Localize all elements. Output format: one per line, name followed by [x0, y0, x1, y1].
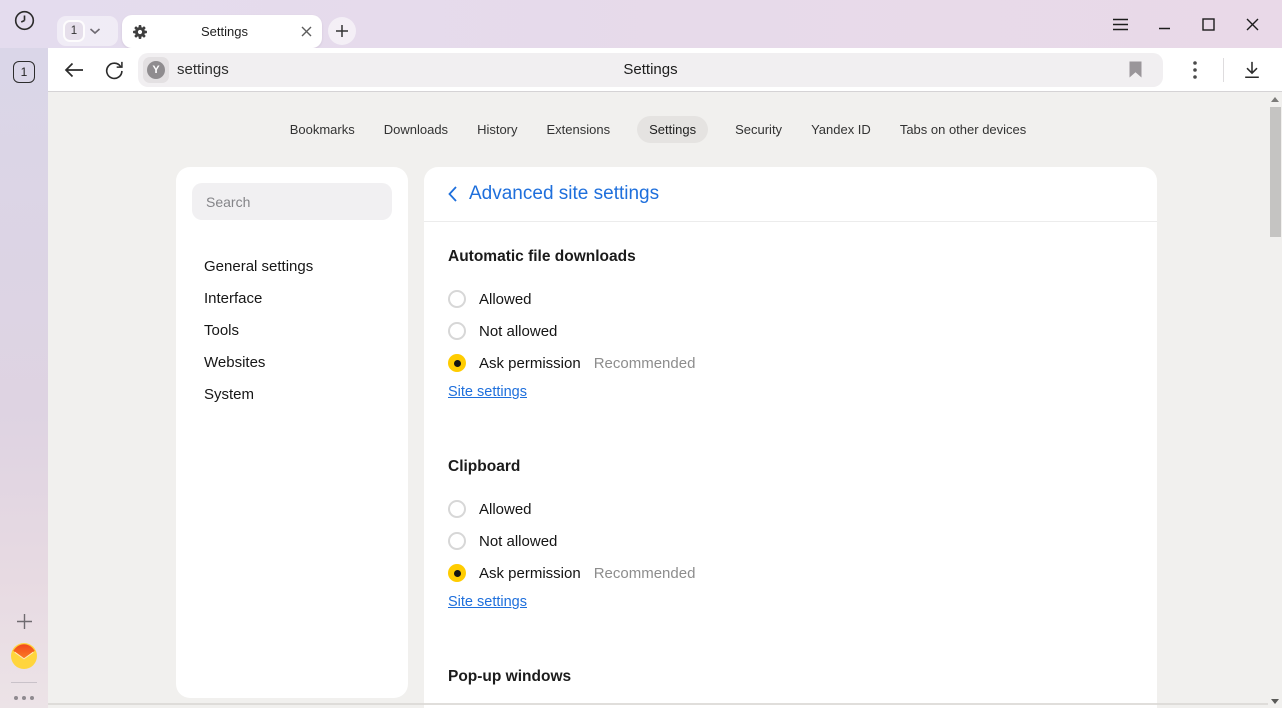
settings-sidebar-panel: General settings Interface Tools Website… — [176, 167, 408, 698]
browser-menu-button[interactable] — [1098, 4, 1142, 44]
recommended-badge: Recommended — [594, 355, 696, 372]
recommended-badge: Recommended — [594, 565, 696, 582]
radio-icon[interactable] — [448, 322, 466, 340]
bookmark-icon — [1128, 60, 1143, 79]
minimize-icon — [1158, 18, 1171, 31]
window-bottom-edge — [48, 703, 1268, 705]
nav-item-security[interactable]: Security — [733, 116, 784, 143]
maximize-icon — [1202, 18, 1215, 31]
history-button[interactable] — [13, 9, 36, 32]
extensions-menu-button[interactable] — [1175, 52, 1215, 88]
downloads-button[interactable] — [1232, 52, 1272, 88]
address-bar-actions — [1163, 52, 1282, 88]
tab-title: Settings — [148, 24, 301, 39]
address-bar: Y settings Settings — [48, 48, 1282, 91]
site-settings-link[interactable]: Site settings — [448, 594, 527, 610]
nav-item-history[interactable]: History — [475, 116, 519, 143]
chevron-down-icon — [89, 27, 101, 35]
clock-icon — [13, 9, 36, 32]
radio-icon[interactable] — [448, 532, 466, 550]
section-automatic-file-downloads: Automatic file downloads Allowed Not all… — [448, 248, 1133, 401]
site-settings-link[interactable]: Site settings — [448, 384, 527, 400]
window-close-icon — [1246, 18, 1259, 31]
download-icon — [1242, 60, 1262, 80]
tab-strip: 1 Settings — [0, 0, 1282, 48]
maximize-button[interactable] — [1186, 4, 1230, 44]
scroll-down-arrow-icon[interactable] — [1271, 699, 1279, 704]
nav-item-bookmarks[interactable]: Bookmarks — [288, 116, 357, 143]
section-title: Pop-up windows — [448, 668, 1133, 686]
section-title: Automatic file downloads — [448, 248, 1133, 266]
nav-item-yandex-id[interactable]: Yandex ID — [809, 116, 873, 143]
scroll-up-arrow-icon[interactable] — [1271, 97, 1279, 102]
menu-icon — [1112, 18, 1129, 31]
page-title[interactable]: Advanced site settings — [469, 183, 659, 205]
site-favicon-chip[interactable]: Y — [143, 57, 169, 83]
category-interface[interactable]: Interface — [204, 282, 408, 314]
category-tools[interactable]: Tools — [204, 314, 408, 346]
omnibox-page-title: Settings — [138, 61, 1163, 78]
radio-option[interactable]: Ask permission Recommended — [448, 347, 1133, 379]
minimize-button[interactable] — [1142, 4, 1186, 44]
ellipsis-icon[interactable] — [14, 696, 34, 700]
back-button[interactable] — [54, 52, 94, 88]
section-clipboard: Clipboard Allowed Not allowed Ask permis… — [448, 458, 1133, 611]
radio-icon[interactable] — [448, 354, 466, 372]
radio-option[interactable]: Ask permission Recommended — [448, 557, 1133, 589]
rail-divider — [11, 682, 37, 683]
browser-window: 1 Settings — [0, 0, 1282, 708]
radio-option[interactable]: Allowed — [448, 283, 1133, 315]
rail-tab-counter[interactable]: 1 — [13, 61, 35, 83]
close-window-button[interactable] — [1230, 4, 1274, 44]
tab-group-selector[interactable]: 1 — [57, 16, 118, 46]
browser-tab-settings[interactable]: Settings — [122, 15, 322, 48]
tab-close-icon[interactable] — [301, 26, 312, 37]
chevron-left-icon — [448, 186, 457, 202]
bookmark-button[interactable] — [1123, 58, 1147, 82]
new-tab-button[interactable] — [328, 17, 356, 45]
search-input[interactable] — [192, 194, 392, 210]
window-controls — [1098, 0, 1274, 48]
reload-icon — [105, 60, 124, 80]
search-box[interactable] — [192, 183, 392, 220]
radio-icon[interactable] — [448, 564, 466, 582]
radio-option[interactable]: Not allowed — [448, 315, 1133, 347]
kebab-icon — [1193, 61, 1197, 79]
category-system[interactable]: System — [204, 378, 408, 410]
tab-group-count: 1 — [63, 20, 85, 42]
advanced-settings-header[interactable]: Advanced site settings — [424, 167, 1157, 222]
nav-item-other-devices[interactable]: Tabs on other devices — [898, 116, 1028, 143]
section-popup-windows: Pop-up windows Allowed Not allowed Recom… — [448, 668, 1133, 708]
yandex-mail-icon[interactable] — [11, 643, 37, 669]
nav-item-downloads[interactable]: Downloads — [382, 116, 450, 143]
reload-button[interactable] — [94, 52, 134, 88]
settings-category-list: General settings Interface Tools Website… — [176, 236, 408, 410]
gear-icon — [132, 24, 148, 40]
page-content: Bookmarks Downloads History Extensions S… — [48, 91, 1282, 708]
scrollbar-thumb[interactable] — [1270, 107, 1281, 237]
radio-option[interactable]: Not allowed — [448, 525, 1133, 557]
yandex-favicon: Y — [147, 61, 165, 79]
left-sidebar: 1 — [0, 48, 48, 708]
toolbar-divider — [1223, 58, 1224, 82]
plus-rail-icon[interactable] — [16, 613, 33, 630]
radio-option[interactable]: Allowed — [448, 493, 1133, 525]
page-scrollbar[interactable] — [1268, 92, 1282, 708]
omnibox-url[interactable]: settings — [177, 61, 229, 78]
back-icon — [64, 62, 84, 78]
nav-item-settings[interactable]: Settings — [637, 116, 708, 143]
radio-icon[interactable] — [448, 290, 466, 308]
category-general-settings[interactable]: General settings — [204, 250, 408, 282]
omnibox[interactable]: Y settings Settings — [138, 53, 1163, 87]
plus-icon — [335, 24, 349, 38]
settings-top-nav: Bookmarks Downloads History Extensions S… — [48, 116, 1268, 143]
advanced-site-settings-card: Advanced site settings Automatic file do… — [424, 167, 1157, 708]
category-websites[interactable]: Websites — [204, 346, 408, 378]
section-title: Clipboard — [448, 458, 1133, 476]
radio-icon[interactable] — [448, 500, 466, 518]
nav-item-extensions[interactable]: Extensions — [545, 116, 613, 143]
